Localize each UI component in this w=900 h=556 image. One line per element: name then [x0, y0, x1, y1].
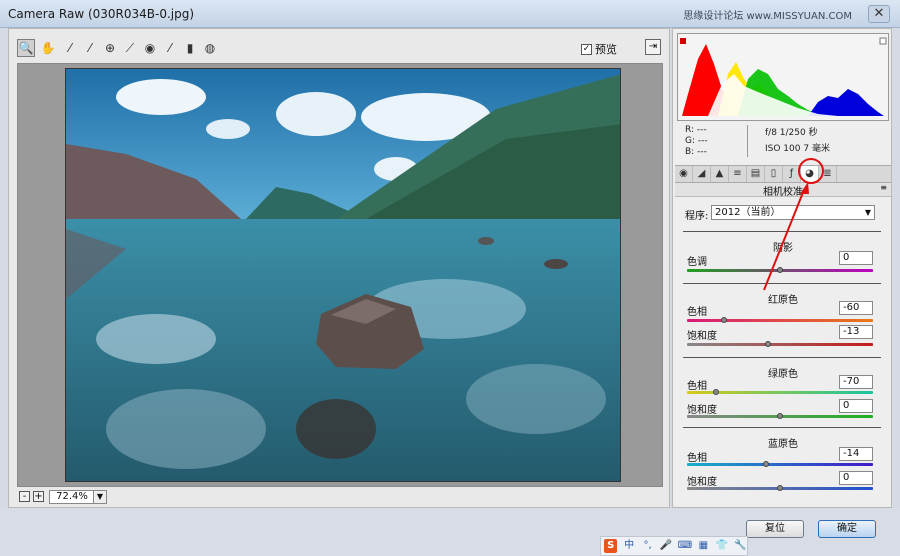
white-balance-icon[interactable]: ⁄ — [61, 39, 79, 57]
divider — [683, 231, 881, 232]
shadows-tint-label: 色调 — [687, 257, 707, 268]
rgb-readout: R: --- G: --- B: --- — [685, 125, 708, 158]
panel-title-text: 相机校准 — [763, 187, 803, 198]
panel-tabs: ◉ ◢ ▲ ≡ ▤ ▯ ƒ ◕ ≣ — [675, 165, 891, 183]
close-icon[interactable]: ✕ — [868, 5, 890, 23]
photo-preview — [65, 68, 621, 482]
lens-tab-icon[interactable]: ▯ — [765, 166, 783, 182]
sogou-icon[interactable]: S — [604, 539, 618, 553]
hand-icon[interactable]: ✋ — [39, 39, 57, 57]
ime-chinese[interactable]: 中 — [622, 539, 635, 553]
graduated-filter-icon[interactable]: ◍ — [201, 39, 219, 57]
preview-canvas — [17, 63, 663, 487]
zoom-level[interactable]: 72.4% — [49, 490, 95, 504]
punctuation-icon[interactable]: °, — [641, 539, 654, 553]
green-saturation-input[interactable]: 0 — [839, 399, 873, 413]
panel-menu-icon[interactable]: ≡ — [880, 183, 887, 192]
blue-saturation-label: 饱和度 — [687, 477, 717, 488]
window-title: Camera Raw (030R034B-0.jpg) — [8, 7, 195, 21]
green-saturation-label: 饱和度 — [687, 405, 717, 416]
program-label: 程序: — [685, 211, 709, 222]
crop-icon[interactable]: ⟋ — [121, 39, 139, 57]
blue-saturation-input[interactable]: 0 — [839, 471, 873, 485]
image-work-area: 🔍 ✋ ⁄ ⁄ ⊕ ⟋ ◉ ⁄ ▮ ◍ ✓ 预览 ⇥ - + 72.4% ▼ — [8, 28, 670, 508]
split-toning-tab-icon[interactable]: ▤ — [747, 166, 765, 182]
tone-curve-tab-icon[interactable]: ◢ — [693, 166, 711, 182]
camera-calibration-tab-icon[interactable]: ◕ — [801, 166, 819, 182]
red-saturation-label: 饱和度 — [687, 331, 717, 342]
slider-thumb[interactable] — [777, 267, 783, 273]
adjustment-panel: R: --- G: --- B: --- f/8 1/250 秒 ISO 100… — [672, 28, 892, 508]
fullscreen-toggle-icon[interactable]: ⇥ — [645, 39, 661, 55]
watermark-text: 思缘设计论坛 www.MISSYUAN.COM — [683, 11, 852, 22]
iso-info: ISO 100 7 毫米 — [765, 144, 830, 154]
divider — [683, 427, 881, 428]
effects-tab-icon[interactable]: ƒ — [783, 166, 801, 182]
skin-icon[interactable]: ▦ — [697, 539, 710, 553]
histogram — [677, 33, 889, 121]
divider — [683, 283, 881, 284]
g-value: G: --- — [685, 136, 708, 146]
zoom-dropdown-icon[interactable]: ▼ — [93, 490, 107, 504]
slider-thumb[interactable] — [721, 317, 727, 323]
detail-tab-icon[interactable]: ▲ — [711, 166, 729, 182]
green-hue-input[interactable]: -70 — [839, 375, 873, 389]
blue-hue-input[interactable]: -14 — [839, 447, 873, 461]
brush-icon[interactable]: ▮ — [181, 39, 199, 57]
b-value: B: --- — [685, 147, 707, 157]
keyboard-icon[interactable]: ⌨ — [678, 539, 692, 553]
zoom-icon[interactable]: 🔍 — [17, 39, 35, 57]
histogram-graph — [678, 34, 888, 120]
slider-thumb[interactable] — [765, 341, 771, 347]
preview-checkbox[interactable]: ✓ 预览 — [581, 41, 617, 57]
toolbar: 🔍 ✋ ⁄ ⁄ ⊕ ⟋ ◉ ⁄ ▮ ◍ ✓ 预览 ⇥ — [9, 29, 669, 63]
target-adjust-icon[interactable]: ⊕ — [101, 39, 119, 57]
spot-removal-icon[interactable]: ◉ — [141, 39, 159, 57]
hsl-tab-icon[interactable]: ≡ — [729, 166, 747, 182]
reset-button[interactable]: 复位 — [746, 520, 804, 538]
landscape-photo — [66, 69, 620, 481]
checkbox-box[interactable]: ✓ — [581, 43, 592, 55]
ok-button[interactable]: 确定 — [818, 520, 876, 538]
zoom-out-button[interactable]: - — [19, 491, 30, 502]
ime-toolbar: S 中 °, 🎤 ⌨ ▦ 👕 🔧 — [600, 536, 748, 556]
presets-tab-icon[interactable]: ≣ — [819, 166, 837, 182]
slider-thumb[interactable] — [777, 485, 783, 491]
bottom-bar: 复位 确定 S 中 °, 🎤 ⌨ ▦ 👕 🔧 — [0, 508, 900, 556]
zoom-in-button[interactable]: + — [33, 491, 44, 502]
title-bar: Camera Raw (030R034B-0.jpg) 思缘设计论坛 www.M… — [0, 0, 900, 28]
pixel-info: R: --- G: --- B: --- f/8 1/250 秒 ISO 100… — [677, 123, 889, 159]
chevron-down-icon: ▼ — [864, 208, 871, 217]
slider-thumb[interactable] — [713, 389, 719, 395]
green-hue-label: 色相 — [687, 381, 707, 392]
preview-label: 预览 — [595, 43, 617, 56]
shadows-tint-input[interactable]: 0 — [839, 251, 873, 265]
divider — [683, 357, 881, 358]
info-divider — [747, 125, 748, 157]
basic-tab-icon[interactable]: ◉ — [675, 166, 693, 182]
program-select[interactable]: 2012（当前） ▼ — [711, 205, 875, 220]
microphone-icon[interactable]: 🎤 — [659, 539, 672, 553]
zoom-bar: - + 72.4% ▼ — [9, 489, 669, 507]
blue-hue-label: 色相 — [687, 453, 707, 464]
panel-title: 相机校准 ≡ — [675, 183, 891, 198]
blue-hue-slider[interactable] — [687, 463, 873, 466]
red-eye-icon[interactable]: ⁄ — [161, 39, 179, 57]
exposure-info: f/8 1/250 秒 — [765, 128, 818, 138]
exif-info: f/8 1/250 秒 ISO 100 7 毫米 — [765, 125, 830, 157]
red-saturation-input[interactable]: -13 — [839, 325, 873, 339]
red-hue-slider[interactable] — [687, 319, 873, 322]
shirt-icon[interactable]: 👕 — [715, 539, 728, 553]
color-sampler-icon[interactable]: ⁄ — [81, 39, 99, 57]
wrench-icon[interactable]: 🔧 — [734, 539, 747, 553]
red-hue-input[interactable]: -60 — [839, 301, 873, 315]
slider-thumb[interactable] — [763, 461, 769, 467]
program-value: 2012（当前） — [715, 207, 781, 218]
r-value: R: --- — [685, 125, 707, 135]
slider-thumb[interactable] — [777, 413, 783, 419]
red-hue-label: 色相 — [687, 307, 707, 318]
red-saturation-slider[interactable] — [687, 343, 873, 346]
